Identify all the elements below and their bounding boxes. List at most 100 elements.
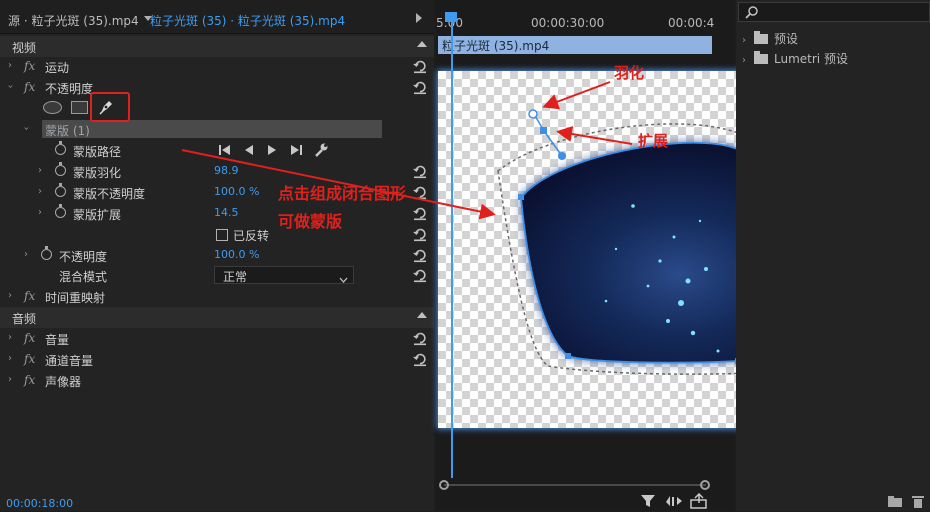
preset-folder-item[interactable]: › 预设 bbox=[742, 30, 798, 47]
export-frame-icon[interactable] bbox=[690, 492, 708, 512]
chevron-right-icon[interactable]: › bbox=[24, 249, 28, 260]
new-folder-icon[interactable] bbox=[888, 496, 902, 510]
stopwatch-icon[interactable] bbox=[55, 162, 66, 176]
collapse-up-icon[interactable] bbox=[417, 41, 427, 47]
mask-tools-row bbox=[0, 97, 434, 119]
mask-group-row[interactable]: › 蒙版 (1) bbox=[0, 119, 434, 140]
time-remap-row[interactable]: › fx 时间重映射 bbox=[0, 286, 434, 307]
feather-handle[interactable] bbox=[528, 109, 538, 119]
blend-mode-row: 混合模式 正常 bbox=[0, 265, 434, 286]
reset-icon[interactable] bbox=[412, 163, 428, 179]
inverted-checkbox[interactable] bbox=[216, 229, 228, 241]
effect-volume-label: 音量 bbox=[45, 333, 70, 347]
fx-icon[interactable]: fx bbox=[24, 331, 35, 345]
blend-mode-value: 正常 bbox=[223, 270, 248, 284]
fx-icon: fx bbox=[24, 289, 36, 303]
zoom-scrollbar[interactable] bbox=[444, 484, 706, 486]
chevron-right-icon[interactable]: › bbox=[8, 290, 12, 301]
chevron-right-icon[interactable]: › bbox=[8, 332, 12, 343]
stopwatch-icon[interactable] bbox=[41, 246, 52, 260]
mask-opacity-value[interactable]: 100.0 % bbox=[214, 185, 259, 198]
opacity-value[interactable]: 100.0 % bbox=[214, 248, 259, 261]
mask-path-label: 蒙版路径 bbox=[73, 145, 122, 159]
playhead-line[interactable] bbox=[451, 14, 453, 478]
video-section-header: 视频 bbox=[0, 36, 434, 57]
effect-panner-row[interactable]: › fx 声像器 bbox=[0, 370, 434, 391]
video-section-label: 视频 bbox=[12, 41, 37, 55]
tab-source[interactable]: 源 · 粒子光斑 (35).mp4 bbox=[8, 12, 139, 29]
annotation-instruction-line2: 可做蒙版 bbox=[278, 212, 343, 231]
mask-anchor[interactable] bbox=[558, 152, 566, 160]
stopwatch-icon[interactable] bbox=[55, 204, 66, 218]
expand-handle-line bbox=[543, 130, 563, 157]
mask-header-bar[interactable] bbox=[42, 120, 382, 138]
mask-feather-row: › 蒙版羽化 98.9 bbox=[0, 161, 434, 182]
current-timecode[interactable]: 00:00:18:00 bbox=[6, 497, 73, 510]
ellipse-mask-icon[interactable] bbox=[43, 101, 62, 114]
fx-icon[interactable]: fx bbox=[24, 80, 35, 94]
collapse-up-icon[interactable] bbox=[417, 312, 427, 318]
reset-icon[interactable] bbox=[412, 184, 428, 200]
reset-icon[interactable] bbox=[412, 58, 428, 74]
panel-tab-bar: 源 · 粒子光斑 (35).mp4 粒子光斑 (35) · 粒子光斑 (35).… bbox=[0, 0, 434, 34]
tab-effect-controls[interactable]: 粒子光斑 (35) · 粒子光斑 (35).mp4 bbox=[143, 12, 345, 29]
reset-icon[interactable] bbox=[412, 247, 428, 263]
mask-feather-value[interactable]: 98.9 bbox=[214, 164, 239, 177]
scrollbar-handle-right[interactable] bbox=[700, 480, 710, 490]
annotation-feather: 羽化 bbox=[614, 64, 645, 82]
filter-icon[interactable] bbox=[640, 494, 656, 511]
track-prev-frame-icon[interactable] bbox=[243, 143, 255, 160]
track-forward-icon[interactable] bbox=[266, 143, 278, 160]
chevron-down-icon[interactable]: › bbox=[5, 85, 16, 89]
fx-icon: fx bbox=[24, 373, 36, 387]
effect-opacity-row[interactable]: › fx 不透明度 bbox=[0, 77, 434, 98]
search-icon bbox=[745, 5, 759, 22]
mask-expansion-value[interactable]: 14.5 bbox=[214, 206, 239, 219]
reset-icon[interactable] bbox=[412, 226, 428, 242]
blend-mode-select[interactable]: 正常 bbox=[214, 266, 354, 284]
track-backward-icon[interactable] bbox=[218, 143, 232, 160]
delete-icon[interactable] bbox=[912, 494, 924, 511]
scrollbar-handle-left[interactable] bbox=[439, 480, 449, 490]
chevron-right-icon[interactable]: › bbox=[742, 55, 746, 66]
chevron-right-icon[interactable]: › bbox=[38, 186, 42, 197]
stopwatch-icon[interactable] bbox=[55, 183, 66, 197]
audio-section-label: 音频 bbox=[12, 312, 37, 326]
time-ruler[interactable]: 5:00 00:00:30:00 00:00:4 bbox=[436, 10, 734, 36]
chevron-right-icon[interactable]: › bbox=[742, 35, 746, 46]
reset-icon[interactable] bbox=[412, 79, 428, 95]
inverted-row: 已反转 bbox=[0, 224, 434, 245]
pen-tool-highlight-box bbox=[90, 92, 130, 122]
effect-panner-label: 声像器 bbox=[45, 375, 82, 389]
reset-icon[interactable] bbox=[412, 267, 428, 283]
panel-menu-icon[interactable] bbox=[416, 13, 422, 23]
audio-output-icon[interactable] bbox=[665, 494, 683, 511]
chevron-right-icon[interactable]: › bbox=[8, 374, 12, 385]
rectangle-mask-icon[interactable] bbox=[71, 101, 88, 114]
inverted-label: 已反转 bbox=[233, 229, 270, 243]
effect-motion-row[interactable]: › fx 运动 bbox=[0, 56, 434, 77]
chevron-right-icon[interactable]: › bbox=[8, 60, 12, 71]
effect-channel-volume-row[interactable]: › fx 通道音量 bbox=[0, 349, 434, 370]
expand-handle[interactable] bbox=[540, 127, 547, 134]
chevron-right-icon[interactable]: › bbox=[8, 353, 12, 364]
effects-panel bbox=[736, 0, 930, 511]
track-forward-all-icon[interactable] bbox=[289, 143, 303, 160]
reset-icon[interactable] bbox=[412, 205, 428, 221]
blend-mode-label: 混合模式 bbox=[59, 270, 108, 284]
reset-icon[interactable] bbox=[412, 351, 428, 367]
effect-volume-row[interactable]: › fx 音量 bbox=[0, 328, 434, 349]
clip-name: 粒子光斑 (35).mp4 bbox=[442, 39, 550, 53]
fx-icon[interactable]: fx bbox=[24, 352, 35, 366]
chevron-down-icon[interactable]: › bbox=[21, 127, 32, 131]
wrench-icon[interactable] bbox=[313, 142, 329, 161]
stopwatch-icon[interactable] bbox=[55, 141, 66, 155]
timeline-clip[interactable]: 粒子光斑 (35).mp4 bbox=[438, 36, 712, 54]
chevron-right-icon[interactable]: › bbox=[38, 165, 42, 176]
fx-icon[interactable]: fx bbox=[24, 59, 35, 73]
reset-icon[interactable] bbox=[412, 330, 428, 346]
audio-section-header: 音频 bbox=[0, 307, 434, 328]
chevron-right-icon[interactable]: › bbox=[38, 207, 42, 218]
lumetri-folder-item[interactable]: › Lumetri 预设 bbox=[742, 50, 848, 67]
effects-search-input[interactable] bbox=[738, 2, 930, 22]
